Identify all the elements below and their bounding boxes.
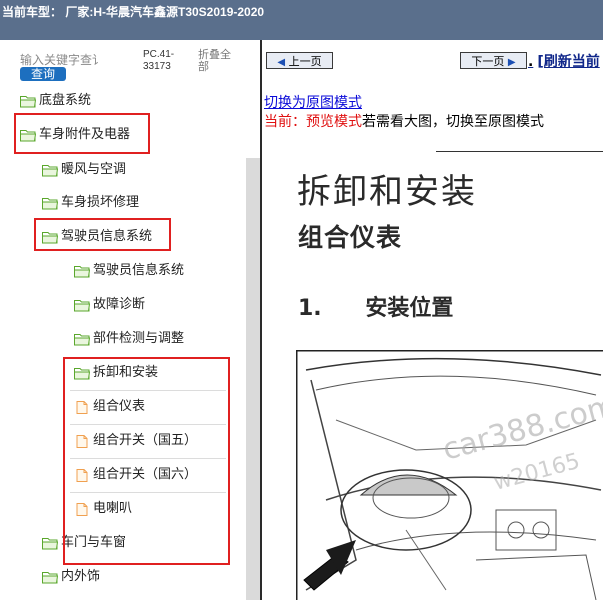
panel-splitter[interactable] bbox=[260, 40, 262, 600]
folder-open-icon bbox=[42, 164, 58, 176]
next-page-button[interactable]: 下一页 ▶ bbox=[460, 52, 527, 69]
vehicle-title: 当前车型： 厂家:H-华晨汽车鑫源T30S2019-2020 bbox=[2, 5, 265, 19]
tree-item-inspection[interactable]: 部件检测与调整 bbox=[74, 327, 184, 351]
tree-item-trim[interactable]: 内外饰 bbox=[42, 565, 100, 589]
tree-item-diagnosis[interactable]: 故障诊断 bbox=[74, 293, 145, 317]
section-title: 安装位置 bbox=[365, 296, 454, 321]
tree-item-driver-info-sub[interactable]: 驾驶员信息系统 bbox=[74, 259, 184, 283]
folder-open-icon bbox=[20, 95, 36, 107]
current-mode-label: 当前：预览模式 bbox=[264, 114, 362, 130]
search-button[interactable]: 查询 bbox=[20, 67, 66, 81]
folder-open-icon bbox=[42, 197, 58, 209]
document-page: 拆卸和安装 组合仪表 1. 安装位置 car388.com w20165 bbox=[264, 140, 603, 600]
doc-rule bbox=[436, 151, 603, 152]
refresh-link[interactable]: . [刷新当前 bbox=[528, 51, 600, 71]
prev-page-button[interactable]: ◀ 上一页 bbox=[266, 52, 333, 69]
folder-open-icon bbox=[42, 537, 58, 549]
doc-subtitle: 组合仪表 bbox=[298, 223, 403, 252]
tree-item-label: 部件检测与调整 bbox=[93, 331, 185, 346]
title-bar: 当前车型： 厂家:H-华晨汽车鑫源T30S2019-2020 bbox=[0, 0, 603, 40]
sidebar-panel: 查询 PC.41-33173 折叠全部 底盘系统 车身附件及电器 暖风与空调 bbox=[0, 40, 262, 600]
tree-item-hvac[interactable]: 暖风与空调 bbox=[42, 158, 126, 182]
search-input[interactable] bbox=[20, 52, 116, 68]
section-heading: 1. 安装位置 bbox=[298, 290, 453, 322]
section-number: 1. bbox=[298, 296, 322, 321]
nav-bar: ◀ 上一页 下一页 ▶ . [刷新当前 bbox=[264, 40, 603, 80]
scrollbar-thumb[interactable] bbox=[246, 158, 260, 600]
tree-item-label: 驾驶员信息系统 bbox=[93, 263, 185, 278]
arrow-right-icon: ▶ bbox=[507, 57, 516, 68]
tree-item-label: 故障诊断 bbox=[93, 297, 146, 312]
folder-open-icon bbox=[74, 333, 90, 345]
highlight-box bbox=[34, 218, 171, 251]
dot-separator: . bbox=[528, 54, 534, 70]
switch-original-link[interactable]: 切换为原图模式 bbox=[264, 92, 362, 112]
content-panel: ◀ 上一页 下一页 ▶ . [刷新当前 切换为原图模式 当前：预览模式若需看大图，… bbox=[264, 40, 603, 600]
doc-title: 拆卸和安装 bbox=[297, 172, 477, 212]
current-mode-hint: 若需看大图，切换至原图模式 bbox=[362, 114, 544, 130]
search-bar: 查询 PC.41-33173 折叠全部 bbox=[0, 40, 262, 84]
current-mode-text: 当前：预览模式若需看大图，切换至原图模式 bbox=[264, 111, 544, 131]
dashboard-illustration: car388.com w20165 bbox=[296, 350, 603, 600]
arrow-left-icon: ◀ bbox=[277, 57, 286, 68]
highlight-box bbox=[14, 113, 150, 154]
folder-open-icon bbox=[42, 571, 58, 583]
highlight-box bbox=[63, 357, 230, 565]
collapse-all-button[interactable]: 折叠全部 bbox=[198, 49, 238, 73]
tree-item-label: 暖风与空调 bbox=[61, 162, 127, 177]
tree-item-label: 底盘系统 bbox=[39, 93, 92, 108]
tree-item-body-repair[interactable]: 车身损坏修理 bbox=[42, 191, 139, 215]
folder-open-icon bbox=[74, 265, 90, 277]
tree-item-label: 车身损坏修理 bbox=[61, 195, 140, 210]
tree-item-label: 内外饰 bbox=[61, 569, 101, 584]
tree-item-chassis[interactable]: 底盘系统 bbox=[20, 89, 91, 113]
pc-code-label: PC.41-33173 bbox=[143, 49, 175, 72]
folder-open-icon bbox=[74, 299, 90, 311]
